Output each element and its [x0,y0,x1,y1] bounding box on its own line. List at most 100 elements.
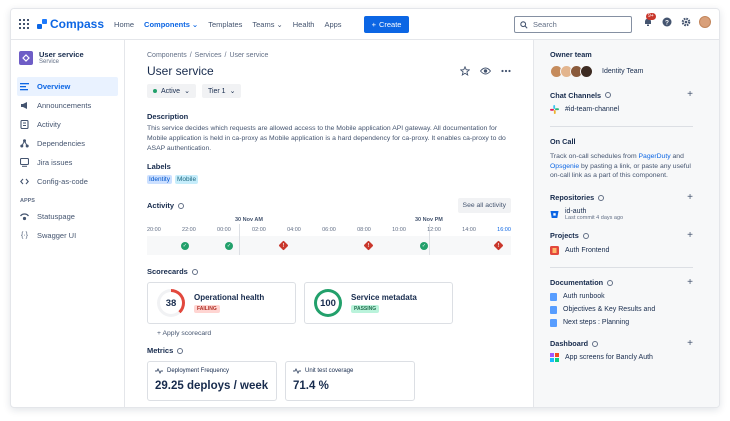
info-icon[interactable] [177,347,184,354]
dashboard-item[interactable]: App screens for Bancly Auth [550,352,693,362]
user-avatar[interactable] [699,16,711,28]
chevron-down-icon: ⌄ [276,19,283,29]
document-icon [550,318,557,327]
doc-item[interactable]: Next steps : Planning [550,318,693,327]
search-icon [520,20,528,29]
sidebar-item-config-as-code[interactable]: Config-as-code [17,172,118,191]
dependencies-icon [20,139,29,148]
pagerduty-link[interactable]: PagerDuty [639,153,671,160]
doc-item[interactable]: Auth runbook [550,292,693,301]
sidebar-item-label: Swagger UI [37,231,77,240]
add-chat-channel-button[interactable]: + [687,90,693,100]
deployment-success-icon[interactable]: ✓ [420,242,428,250]
notification-badge: 9+ [646,12,656,20]
create-button[interactable]: + Create [363,15,410,33]
nav-components[interactable]: Components ⌄ [144,20,198,29]
compass-logo-icon [37,19,47,29]
timeline-tick-label: 06:00 [322,227,336,233]
apply-scorecard-button[interactable]: + Apply scorecard [157,330,511,337]
compass-logo[interactable]: Compass [37,17,104,31]
sidebar-item-dependencies[interactable]: Dependencies [17,134,118,153]
nav-templates[interactable]: Templates [208,20,242,29]
repository-name: id-auth [565,207,587,215]
sidebar-item-overview[interactable]: Overview [17,77,118,96]
repository-item[interactable]: id-auth Last commit 4 days ago [550,208,693,221]
info-icon[interactable] [598,194,605,201]
add-repository-button[interactable]: + [687,192,693,203]
nav-teams[interactable]: Teams ⌄ [252,20,282,29]
nav-health[interactable]: Health [293,20,315,29]
activity-heading: Activity [147,201,185,210]
main-content: Components / Services / User service User se… [125,40,533,407]
info-icon[interactable] [582,232,589,239]
info-icon[interactable] [592,340,599,347]
jira-icon [20,158,29,167]
breadcrumb-components[interactable]: Components [147,52,187,59]
details-panel: Owner team Identity Team Chat Channels +… [533,40,719,407]
labels-heading: Labels [147,162,171,171]
chat-channel-item[interactable]: #id-team-channel [550,105,693,114]
help-icon: ? [662,17,671,27]
star-icon[interactable] [460,66,470,76]
app-switcher-icon[interactable] [19,19,29,29]
on-call-text-part: and [670,153,684,160]
info-icon[interactable] [191,268,198,275]
status-dropdown[interactable]: Active ⌄ [147,84,196,98]
create-label: Create [378,19,402,29]
timeline-tick-label: 10:00 [392,227,406,233]
title-actions [460,66,511,76]
document-icon [550,292,557,301]
breadcrumb-user-service[interactable]: User service [229,52,268,59]
label-identity[interactable]: Identity [147,175,172,184]
info-icon[interactable] [178,202,185,209]
add-project-button[interactable]: + [687,230,693,241]
info-icon[interactable] [605,92,612,98]
doc-title: Objectives & Key Results and [563,306,656,313]
breadcrumb-services[interactable]: Services [195,52,222,59]
scorecards-heading: Scorecards [147,267,511,276]
sidebar-item-label: Overview [37,82,71,91]
add-documentation-button[interactable]: + [687,277,693,288]
megaphone-icon [20,101,29,110]
chat-channel-name: #id-team-channel [565,106,620,113]
watch-icon[interactable] [480,66,491,76]
deployment-success-icon[interactable]: ✓ [180,242,189,250]
owner-team-row[interactable]: Identity Team [550,65,693,78]
sidebar-item-activity[interactable]: Activity [17,115,118,134]
opsgenie-link[interactable]: Opsgenie [550,163,579,170]
settings-button[interactable] [680,17,691,28]
nav-apps[interactable]: Apps [324,20,341,29]
tier-dropdown[interactable]: Tier 1 ⌄ [201,84,242,98]
add-dashboard-button[interactable]: + [687,338,693,349]
doc-item[interactable]: Objectives & Key Results and [550,305,693,314]
swagger-icon: {·} [20,232,28,239]
nav-home[interactable]: Home [114,20,134,29]
dashboard-heading: Dashboard [550,339,599,348]
timeline-band [147,236,511,255]
metric-unit-test-coverage[interactable]: Unit test coverage 71.4 % [285,361,415,401]
timeline-tick-label: 04:00 [287,227,301,233]
sidebar-item-statuspage[interactable]: Statuspage [17,207,118,226]
scorecard-service-metadata[interactable]: 100 Service metadata PASSING [304,282,453,324]
sidebar-item-announcements[interactable]: Announcements [17,96,118,115]
project-item[interactable]: Auth Frontend [550,245,693,255]
info-icon[interactable] [607,279,614,286]
sidebar-item-jira-issues[interactable]: Jira issues [17,153,118,172]
chat-channels-heading: Chat Channels [550,91,612,100]
see-all-activity-button[interactable]: See all activity [457,198,511,213]
metric-deployment-frequency[interactable]: Deployment Frequency 29.25 deploys / wee… [147,361,277,401]
search-input[interactable]: Search [514,16,632,33]
notifications-button[interactable]: 9+ [642,12,656,28]
timeline-tick-label: 16:00 [497,227,511,233]
sidebar-item-swagger-ui[interactable]: {·} Swagger UI [17,226,118,245]
scorecard-name: Operational health [194,293,265,302]
help-button[interactable]: ? [661,17,672,28]
scorecard-operational-health[interactable]: 38 Operational health FAILING [147,282,296,324]
activity-header: Activity See all activity [147,198,511,213]
deployment-success-icon[interactable]: ✓ [225,242,233,250]
timeline-tick-label: 20:00 [147,227,161,233]
repositories-header: Repositories + [550,192,693,203]
description-text: This service decides which requests are … [147,125,506,152]
more-options-icon[interactable] [501,69,511,73]
label-mobile[interactable]: Mobile [174,175,199,184]
